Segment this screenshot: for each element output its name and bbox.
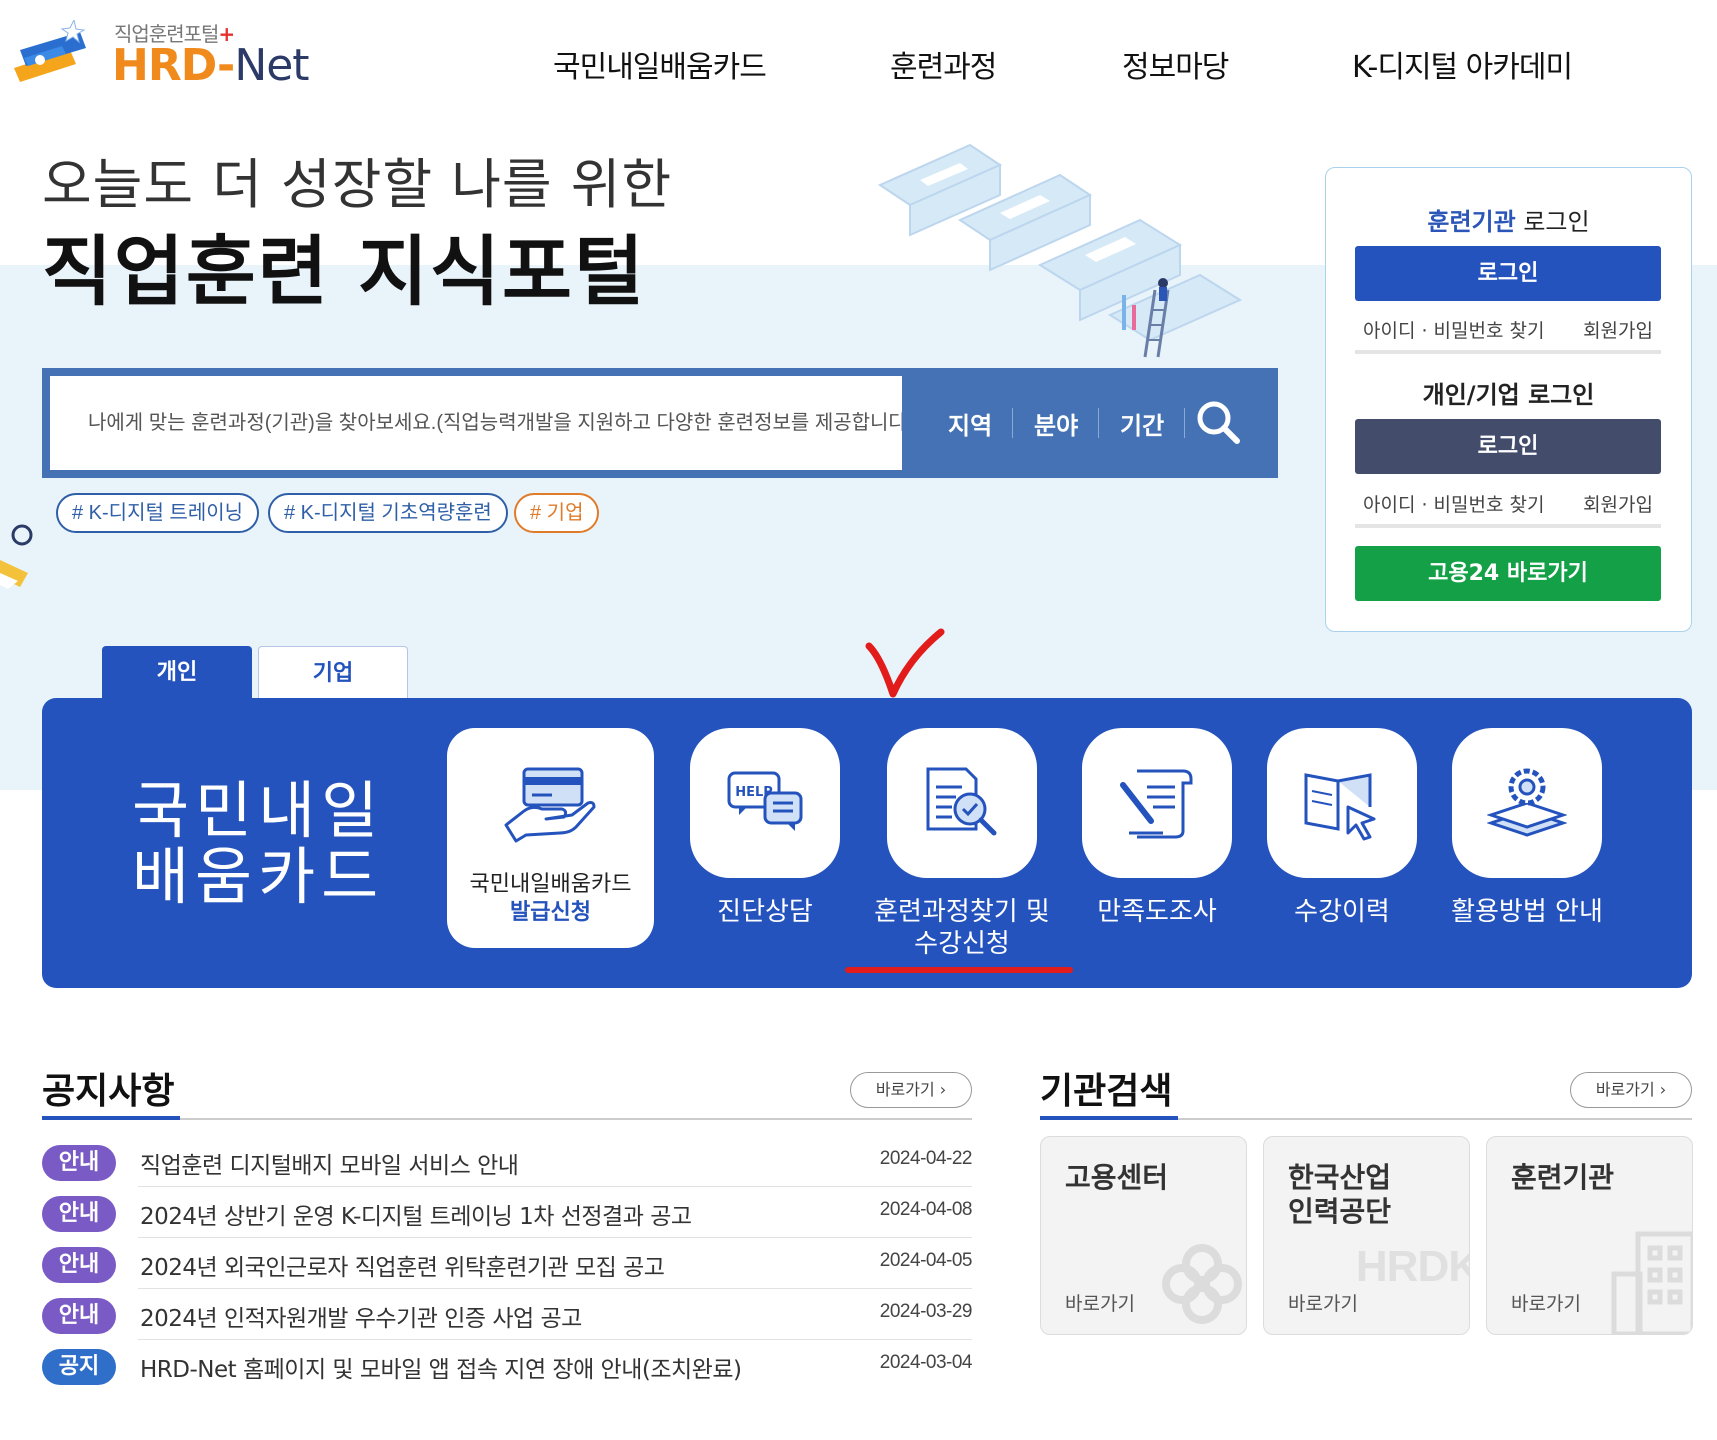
service-consult[interactable]: HELP 진단상담 bbox=[690, 728, 840, 927]
filter-divider bbox=[1098, 408, 1099, 438]
org-login-links: 아이디 · 비밀번호 찾기 회원가입 bbox=[1355, 316, 1661, 354]
agency-card-hrdk[interactable]: 한국산업 인력공단 바로가기 HRDK bbox=[1263, 1136, 1470, 1335]
gear-stack-icon bbox=[1487, 768, 1567, 837]
notice-title-underline bbox=[42, 1116, 180, 1120]
service-course-search-tile[interactable] bbox=[887, 728, 1037, 878]
service-history-tile[interactable] bbox=[1267, 728, 1417, 878]
card-issue-sublabel: 발급신청 bbox=[510, 900, 591, 925]
tag-company[interactable]: # 기업 bbox=[514, 493, 600, 533]
flower-watermark-icon bbox=[1162, 1244, 1242, 1324]
notice-row[interactable]: 안내 2024년 외국인근로자 직업훈련 위탁훈련기관 모집 공고 2024-04-… bbox=[42, 1238, 973, 1289]
agency-more-button[interactable]: 바로가기 › bbox=[1570, 1072, 1692, 1108]
service-consult-label: 진단상담 bbox=[717, 897, 813, 927]
agency-card-training-org[interactable]: 훈련기관 바로가기 bbox=[1486, 1136, 1693, 1335]
notice-row[interactable]: 안내 2024년 상반기 운영 K-디지털 트레이닝 1차 선정결과 공고 2024… bbox=[42, 1187, 973, 1238]
person-login-button[interactable]: 로그인 bbox=[1355, 419, 1661, 474]
person-login-title: 개인/기업 로그인 bbox=[1422, 381, 1595, 409]
org-login-title: 훈련기관 로그인 bbox=[1427, 208, 1590, 236]
notice-badge: 안내 bbox=[42, 1247, 116, 1283]
notice-date: 2024-04-05 bbox=[879, 1250, 973, 1271]
tab-company[interactable]: 기업 bbox=[258, 646, 408, 700]
filter-period[interactable]: 기간 bbox=[1120, 406, 1164, 441]
agency-name: 한국산업 인력공단 bbox=[1288, 1161, 1392, 1228]
notice-row[interactable]: 안내 직업훈련 디지털배지 모바일 서비스 안내 2024-04-22 bbox=[42, 1136, 973, 1187]
filter-region[interactable]: 지역 bbox=[948, 406, 992, 441]
nav-item-card[interactable]: 국민내일배움카드 bbox=[553, 42, 767, 86]
notice-date: 2024-03-29 bbox=[879, 1301, 973, 1322]
help-chat-icon: HELP bbox=[727, 771, 803, 831]
nav-item-info[interactable]: 정보마당 bbox=[1122, 42, 1229, 86]
service-guide[interactable]: 활용방법 안내 bbox=[1451, 728, 1603, 927]
tag-k-digital-basic[interactable]: # K-디지털 기초역량훈련 bbox=[268, 493, 508, 533]
notice-divider bbox=[42, 1118, 972, 1120]
card-hand-icon bbox=[504, 767, 596, 843]
hrdk-watermark: HRDK bbox=[1355, 1242, 1470, 1291]
goyong24-button[interactable]: 고용24 바로가기 bbox=[1355, 546, 1661, 601]
notice-badge: 안내 bbox=[42, 1145, 116, 1181]
nav-item-courses[interactable]: 훈련과정 bbox=[890, 42, 997, 86]
notice-more-button[interactable]: 바로가기 › bbox=[850, 1072, 972, 1108]
open-book-cursor-icon bbox=[1304, 773, 1376, 841]
agency-card-employment-center[interactable]: 고용센터 바로가기 bbox=[1040, 1136, 1247, 1335]
notice-title-link[interactable]: 직업훈련 디지털배지 모바일 서비스 안내 bbox=[140, 1146, 519, 1180]
document-search-icon bbox=[926, 767, 997, 836]
nav-item-k-digital[interactable]: K-디지털 아카데미 bbox=[1352, 42, 1573, 86]
service-survey-tile[interactable] bbox=[1082, 728, 1232, 878]
building-watermark-icon bbox=[1611, 1231, 1692, 1334]
hero-subheading: 오늘도 더 성장할 나를 위한 bbox=[42, 153, 673, 216]
hero-heading: 직업훈련 지식포털 bbox=[42, 227, 646, 316]
org-join-link[interactable]: 회원가입 bbox=[1583, 316, 1653, 343]
org-find-id-link[interactable]: 아이디 · 비밀번호 찾기 bbox=[1363, 316, 1544, 343]
service-guide-tile[interactable] bbox=[1452, 728, 1602, 878]
person-find-id-link[interactable]: 아이디 · 비밀번호 찾기 bbox=[1363, 490, 1544, 517]
filter-divider bbox=[1012, 408, 1013, 438]
red-underline-annotation bbox=[845, 967, 1073, 973]
card-panel-title: 국민내일 배움카드 bbox=[132, 774, 385, 913]
red-check-annotation-icon bbox=[865, 628, 945, 698]
notice-date: 2024-04-22 bbox=[879, 1148, 973, 1169]
notice-title-link[interactable]: 2024년 인적자원개발 우수기관 인증 사업 공고 bbox=[140, 1299, 582, 1333]
global-nav: 국민내일배움카드 훈련과정 정보마당 K-디지털 아카데미 bbox=[0, 42, 1717, 85]
notice-date: 2024-03-04 bbox=[879, 1352, 973, 1373]
service-guide-label: 활용방법 안내 bbox=[1451, 897, 1603, 927]
agency-name: 고용센터 bbox=[1065, 1161, 1169, 1194]
survey-writing-icon bbox=[1120, 769, 1193, 839]
service-course-search[interactable]: 훈련과정찾기 및 수강신청 bbox=[874, 728, 1050, 959]
tag-k-digital-training[interactable]: # K-디지털 트레이닝 bbox=[56, 493, 260, 533]
agency-go-link[interactable]: 바로가기 bbox=[1511, 1289, 1581, 1316]
search-input[interactable] bbox=[50, 376, 902, 470]
card-issue-button[interactable]: 국민내일배움카드 발급신청 bbox=[447, 728, 654, 948]
notice-row[interactable]: 공지 HRD-Net 홈페이지 및 모바일 앱 접속 지연 장애 안내(조치완료)… bbox=[42, 1340, 973, 1391]
tab-personal[interactable]: 개인 bbox=[102, 646, 252, 700]
person-login-links: 아이디 · 비밀번호 찾기 회원가입 bbox=[1355, 490, 1661, 528]
search-bar: 지역 분야 기간 bbox=[42, 368, 1278, 478]
login-panel: 훈련기관 로그인 로그인 아이디 · 비밀번호 찾기 회원가입 개인/기업 로그… bbox=[1325, 167, 1692, 632]
site-header: 직업훈련포털+ HRD-Net 국민내일배움카드 훈련과정 정보마당 K-디지털… bbox=[0, 0, 1717, 120]
naeil-card-panel: 국민내일 배움카드 국민내일배움카드 발급신청 HELP 진단상담 훈련과정찾기… bbox=[42, 698, 1692, 988]
service-history[interactable]: 수강이력 bbox=[1267, 728, 1417, 927]
org-login-button[interactable]: 로그인 bbox=[1355, 246, 1661, 301]
filter-divider bbox=[1184, 408, 1185, 438]
search-icon[interactable] bbox=[1192, 396, 1244, 448]
notice-title-link[interactable]: 2024년 외국인근로자 직업훈련 위탁훈련기관 모집 공고 bbox=[140, 1248, 665, 1282]
notice-badge: 안내 bbox=[42, 1196, 116, 1232]
notice-badge: 공지 bbox=[42, 1349, 116, 1385]
agency-go-link[interactable]: 바로가기 bbox=[1288, 1289, 1358, 1316]
notice-row[interactable]: 안내 2024년 인적자원개발 우수기관 인증 사업 공고 2024-03-29 bbox=[42, 1289, 973, 1340]
notice-date: 2024-04-08 bbox=[879, 1199, 973, 1220]
hrd-3d-illustration bbox=[877, 143, 1243, 358]
agency-search-title: 기관검색 bbox=[1040, 1071, 1173, 1112]
notice-title: 공지사항 bbox=[42, 1071, 175, 1112]
person-join-link[interactable]: 회원가입 bbox=[1583, 490, 1653, 517]
filter-field[interactable]: 분야 bbox=[1034, 406, 1078, 441]
notice-badge: 안내 bbox=[42, 1298, 116, 1334]
agency-go-link[interactable]: 바로가기 bbox=[1065, 1289, 1135, 1316]
agency-title-underline bbox=[1040, 1116, 1178, 1120]
notice-title-link[interactable]: HRD-Net 홈페이지 및 모바일 앱 접속 지연 장애 안내(조치완료) bbox=[140, 1350, 742, 1384]
decorative-magnifier-icon bbox=[0, 524, 33, 589]
service-survey[interactable]: 만족도조사 bbox=[1082, 728, 1232, 927]
notice-title-link[interactable]: 2024년 상반기 운영 K-디지털 트레이닝 1차 선정결과 공고 bbox=[140, 1197, 692, 1231]
agency-name: 훈련기관 bbox=[1511, 1161, 1615, 1194]
service-consult-tile[interactable]: HELP bbox=[690, 728, 840, 878]
